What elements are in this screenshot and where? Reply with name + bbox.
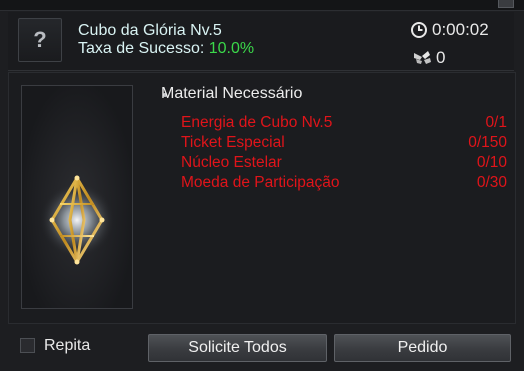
item-preview-frame [21, 85, 133, 309]
timer: 0:00:02 [410, 20, 489, 40]
materials-title: Material Necessário [161, 85, 303, 102]
clock-icon [411, 22, 427, 38]
order-button[interactable]: Pedido [334, 334, 511, 362]
material-amount: 0/10 [476, 154, 507, 171]
material-amount: 0/150 [468, 134, 507, 151]
success-rate-line: Taxa de Sucesso: 10.0% [78, 40, 254, 58]
repeat-label[interactable]: Repita [44, 337, 90, 355]
material-amount: 0/1 [485, 114, 507, 131]
material-row: Núcleo Estelar 0/10 [181, 153, 507, 173]
success-rate-value: 10.0% [208, 40, 255, 57]
action-bar: Repita Solicite Todos Pedido [8, 326, 514, 366]
material-name: Núcleo Estelar [181, 154, 282, 171]
repeat-checkbox[interactable] [20, 338, 35, 353]
material-amount: 0/30 [476, 174, 507, 191]
material-name: Ticket Especial [181, 134, 285, 151]
top-strip [0, 0, 524, 11]
craft-header: ? Cubo da Glória Nv.5 Taxa de Sucesso: 1… [8, 12, 514, 71]
craft-count: 0 [412, 48, 445, 68]
materials-panel: Material Necessário Energia de Cubo Nv.5… [8, 72, 516, 324]
wings-icon [414, 51, 431, 64]
materials-list: Energia de Cubo Nv.5 0/1 Ticket Especial… [181, 113, 507, 193]
material-row: Ticket Especial 0/150 [181, 133, 507, 153]
item-name: Cubo da Glória Nv.5 [78, 22, 222, 39]
material-row: Energia de Cubo Nv.5 0/1 [181, 113, 507, 133]
glory-cube-icon [39, 175, 115, 265]
material-row: Moeda de Participação 0/30 [181, 173, 507, 193]
question-mark-icon: ? [18, 18, 62, 62]
request-all-button[interactable]: Solicite Todos [148, 334, 327, 362]
scroll-handle[interactable] [498, 0, 514, 8]
timer-value: 0:00:02 [432, 20, 489, 39]
craft-count-value: 0 [436, 48, 446, 67]
material-name: Energia de Cubo Nv.5 [181, 114, 333, 131]
success-rate-label: Taxa de Sucesso: [78, 40, 205, 57]
material-name: Moeda de Participação [181, 174, 340, 191]
